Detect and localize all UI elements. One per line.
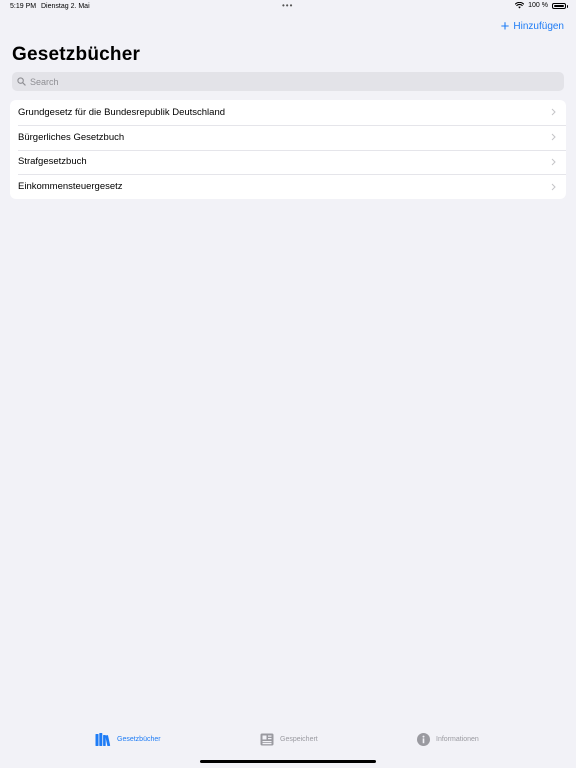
list-item[interactable]: Einkommensteuergesetz (10, 174, 566, 199)
tab-gesetzbuecher[interactable]: Gesetzbücher (95, 733, 161, 746)
tab-label: Gespeichert (280, 736, 318, 743)
add-button[interactable]: + Hinzufügen (500, 17, 564, 35)
battery-icon (552, 2, 568, 9)
search-icon (17, 77, 26, 86)
list-item[interactable]: Bürgerliches Gesetzbuch (10, 124, 566, 150)
status-indicators: 100 % (515, 2, 568, 9)
info-icon (417, 733, 430, 746)
status-date: Dienstag 2. Mai (41, 3, 90, 10)
book-list: Grundgesetz für die Bundesrepublik Deuts… (10, 100, 566, 199)
book-title: Grundgesetz für die Bundesrepublik Deuts… (18, 106, 226, 118)
battery-percent: 100 % (528, 2, 548, 9)
books-icon (95, 733, 111, 746)
status-time: 5:19 PM (10, 3, 37, 10)
list-item[interactable]: Strafgesetzbuch (10, 149, 566, 175)
wifi-icon (515, 2, 525, 9)
chevron-right-icon (551, 133, 556, 141)
tab-label: Gesetzbücher (117, 736, 161, 743)
saved-icon (260, 733, 274, 746)
app-screen: 5:19 PM Dienstag 2. Mai ••• 100 % + Hinz… (0, 0, 576, 768)
chevron-right-icon (551, 108, 556, 116)
tab-label: Informationen (436, 736, 479, 743)
search-input[interactable] (30, 76, 530, 87)
chevron-right-icon (551, 183, 556, 191)
book-title: Strafgesetzbuch (18, 156, 87, 168)
tab-informationen[interactable]: Informationen (417, 733, 479, 746)
book-title: Einkommensteuergesetz (18, 181, 123, 193)
home-indicator[interactable] (200, 760, 376, 763)
search-bar[interactable] (12, 72, 564, 91)
tab-bar: Gesetzbücher Gespeichert Informationen (0, 724, 576, 768)
plus-icon: + (500, 17, 510, 35)
tab-gespeichert[interactable]: Gespeichert (260, 733, 318, 746)
list-item[interactable]: Grundgesetz für die Bundesrepublik Deuts… (10, 100, 566, 125)
status-bar: 5:19 PM Dienstag 2. Mai ••• 100 % (0, 0, 576, 14)
multitasking-dots-icon[interactable]: ••• (282, 1, 293, 10)
page-title: Gesetzbücher (12, 44, 141, 65)
book-title: Bürgerliches Gesetzbuch (18, 131, 125, 143)
chevron-right-icon (551, 158, 556, 166)
add-button-label: Hinzufügen (513, 21, 564, 32)
